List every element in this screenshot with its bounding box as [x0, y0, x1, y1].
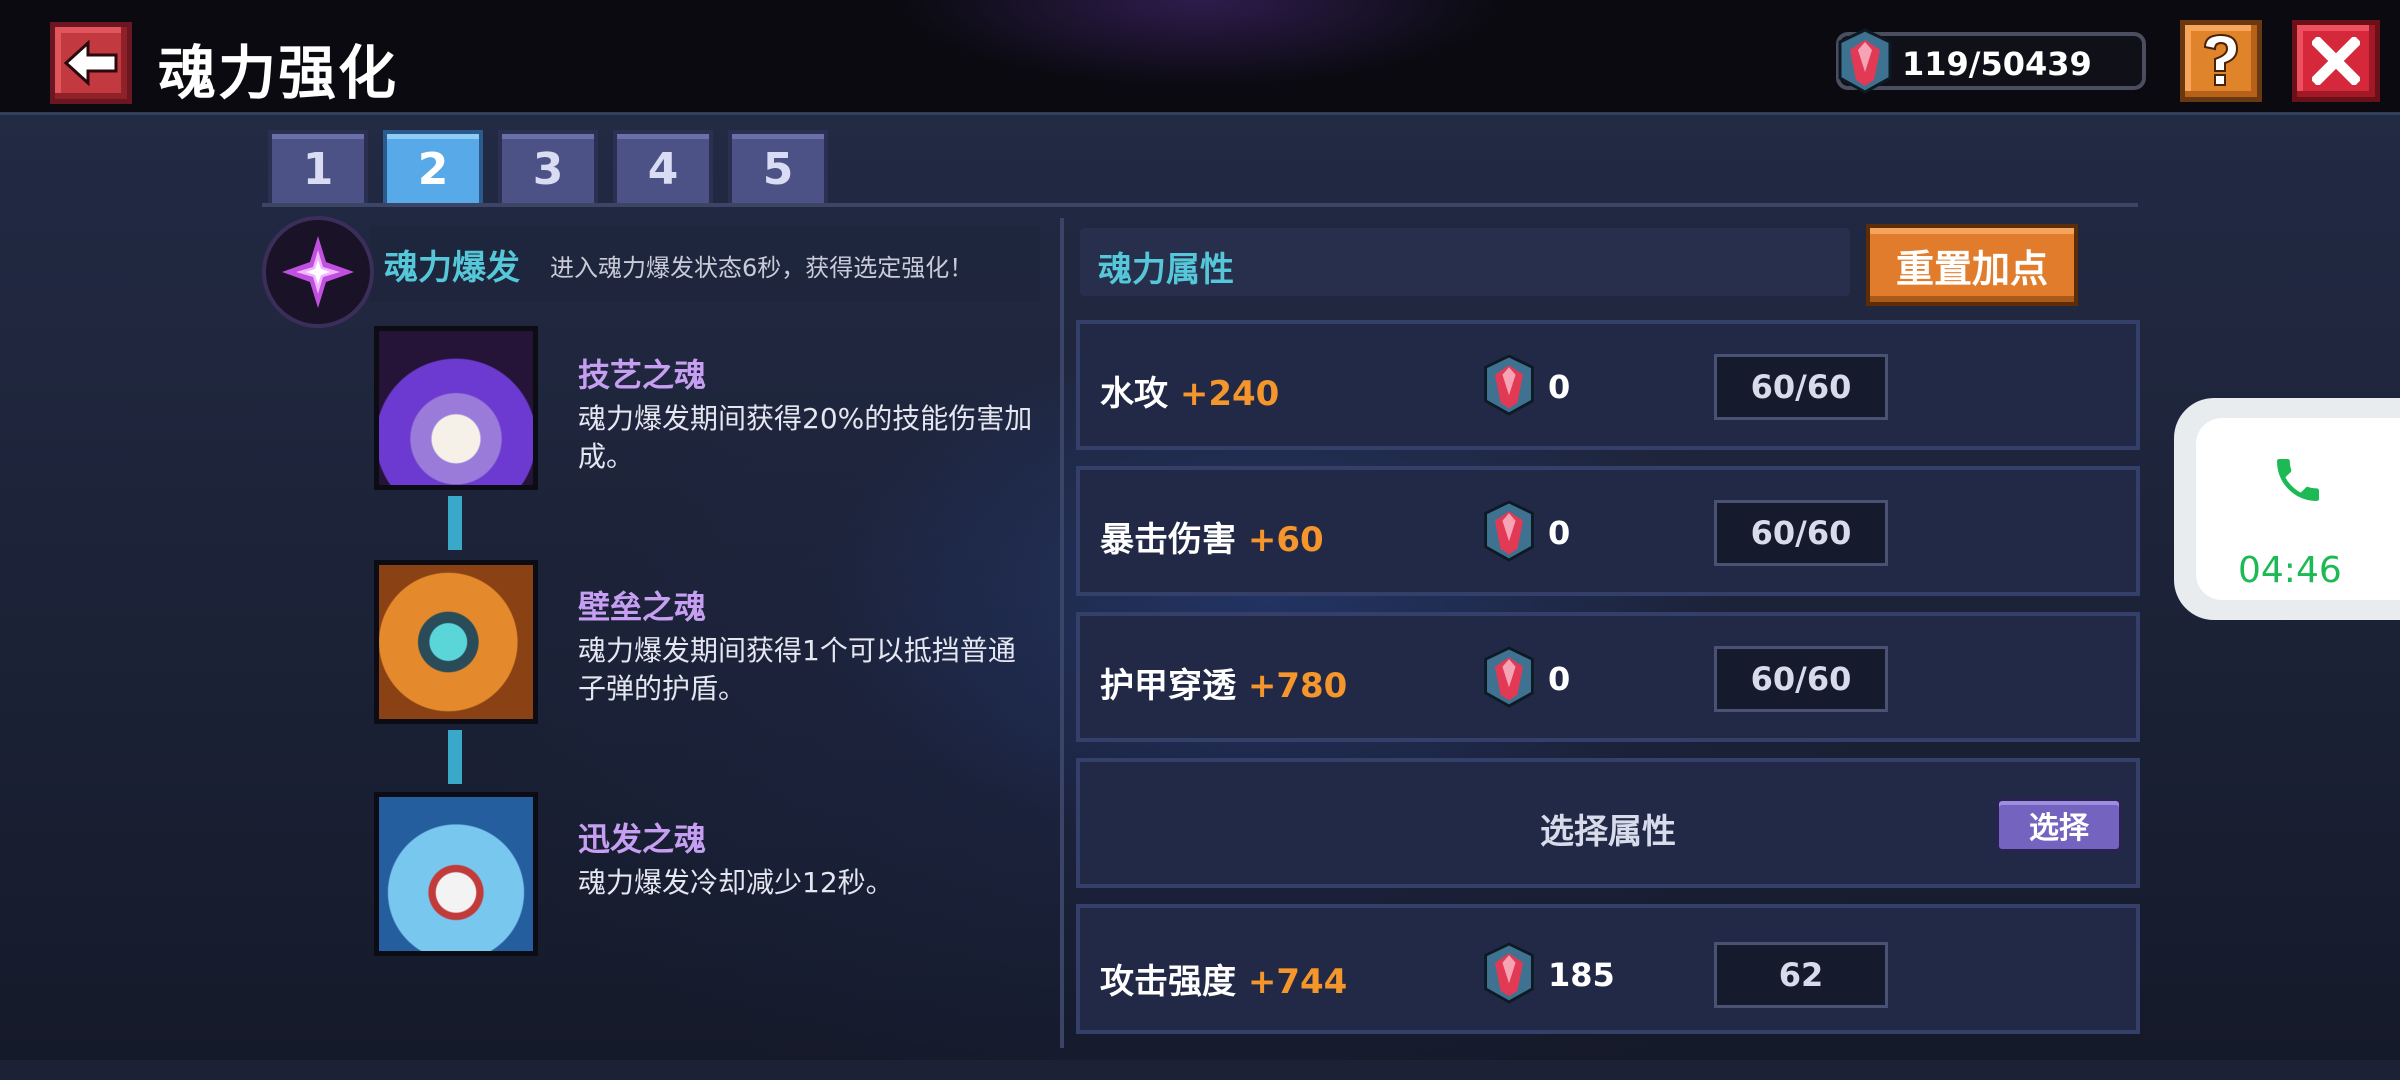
attribute-name: 攻击强度	[1100, 962, 1236, 1002]
gem-cost: 0	[1548, 660, 1571, 698]
burst-description: 进入魂力爆发状态6秒，获得选定强化！	[550, 254, 974, 282]
tab-divider	[262, 203, 2138, 207]
gem-cost: 185	[1548, 956, 1615, 994]
attribute-level[interactable]: 60/60	[1714, 646, 1888, 712]
attribute-bonus: +240	[1179, 374, 1280, 414]
select-attribute-row: 选择属性 选择	[1076, 758, 2140, 888]
attribute-row: 攻击强度 +744 185 62	[1076, 904, 2140, 1034]
skill-description: 魂力爆发期间获得1个可以抵挡普通子弹的护盾。	[578, 634, 1016, 705]
burst-star-icon	[282, 236, 354, 308]
attribute-bonus: +60	[1247, 520, 1324, 560]
close-icon	[2312, 37, 2360, 85]
soul-gem-icon	[1484, 646, 1534, 708]
call-duration: 04:46	[2238, 550, 2342, 591]
select-button[interactable]: 选择	[1996, 798, 2122, 852]
attribute-level[interactable]: 62	[1714, 942, 1888, 1008]
attribute-bonus: +780	[1247, 666, 1348, 706]
attribute-row: 水攻 +240 0 60/60	[1076, 320, 2140, 450]
attribute-name: 暴击伤害	[1100, 520, 1236, 560]
help-button[interactable]	[2180, 20, 2262, 102]
attributes-header: 魂力属性	[1080, 228, 1850, 296]
skill-connector	[448, 496, 462, 550]
tab-5[interactable]: 5	[728, 130, 828, 204]
currency-amount: 119/50439	[1902, 45, 2092, 83]
panel-divider	[1060, 218, 1064, 1048]
gem-cost: 0	[1548, 514, 1571, 552]
back-button[interactable]	[50, 22, 132, 104]
burst-title: 魂力爆发	[384, 248, 520, 288]
phone-icon	[2277, 459, 2319, 501]
level-tabs: 1 2 3 4 5	[268, 130, 828, 204]
attribute-row: 护甲穿透 +780 0 60/60	[1076, 612, 2140, 742]
skill-icon-swift[interactable]	[374, 792, 538, 956]
soul-gem-icon	[1484, 942, 1534, 1004]
select-attribute-label: 选择属性	[1540, 812, 1676, 852]
skill-icon-craft[interactable]	[374, 326, 538, 490]
skill-name: 迅发之魂	[578, 820, 707, 858]
attribute-level[interactable]: 60/60	[1714, 354, 1888, 420]
attribute-name: 护甲穿透	[1100, 666, 1236, 706]
skill-description: 魂力爆发期间获得20%的技能伤害加成。	[578, 402, 1033, 473]
soul-gem-icon	[1484, 500, 1534, 562]
soul-gem-icon	[1484, 354, 1534, 416]
attribute-level[interactable]: 60/60	[1714, 500, 1888, 566]
attribute-name: 水攻	[1100, 374, 1168, 414]
arrow-left-icon	[64, 39, 118, 87]
skill-name: 技艺之魂	[578, 356, 707, 394]
burst-icon	[262, 216, 374, 328]
skill-connector	[448, 730, 462, 784]
close-button[interactable]	[2292, 20, 2380, 102]
call-bubble[interactable]: 04:46	[2174, 398, 2400, 620]
skill-icon-bulwark[interactable]	[374, 560, 538, 724]
tab-3[interactable]: 3	[498, 130, 598, 204]
skill-description: 魂力爆发冷却减少12秒。	[578, 866, 894, 899]
tab-4[interactable]: 4	[613, 130, 713, 204]
reset-points-button[interactable]: 重置加点	[1866, 224, 2078, 306]
soul-gem-icon	[1838, 28, 1892, 94]
attributes-title: 魂力属性	[1098, 250, 1234, 290]
gem-cost: 0	[1548, 368, 1571, 406]
attribute-bonus: +744	[1247, 962, 1348, 1002]
attribute-row: 暴击伤害 +60 0 60/60	[1076, 466, 2140, 596]
tab-1[interactable]: 1	[268, 130, 368, 204]
page-title: 魂力强化	[158, 39, 399, 107]
question-icon	[2203, 33, 2239, 86]
skill-name: 壁垒之魂	[578, 588, 707, 626]
currency-display: 119/50439	[1836, 28, 2146, 94]
tab-2[interactable]: 2	[383, 130, 483, 204]
